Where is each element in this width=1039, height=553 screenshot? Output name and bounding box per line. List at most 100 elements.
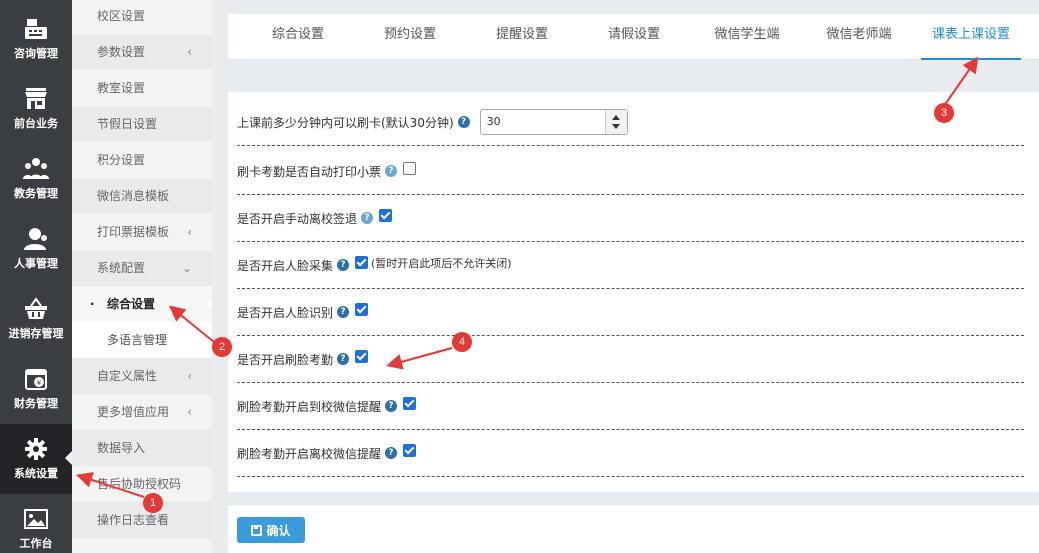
setting-label: 刷脸考勤开启离校微信提醒	[237, 446, 382, 461]
chevron-left-icon: ‹	[187, 225, 192, 239]
leave-wechat-checkbox[interactable]	[403, 443, 417, 457]
swipe-minutes-input[interactable]: 30	[479, 109, 628, 135]
setting-label: 是否开启手动离校签退	[237, 211, 358, 226]
submenu-item-general-settings[interactable]: · 综合设置	[72, 286, 212, 322]
submenu-item-wechat-template[interactable]: 微信消息模板	[72, 178, 212, 214]
setting-row-manual-signout: 是否开启手动离校签退 ?	[237, 195, 1024, 242]
submenu-item-addons[interactable]: 更多增值应用 ‹	[72, 394, 212, 430]
submenu-item-oplog[interactable]: 操作日志查看	[72, 502, 212, 538]
setting-label: 刷脸考勤开启到校微信提醒	[237, 399, 382, 414]
setting-row-swipe-minutes: 上课前多少分钟内可以刷卡(默认30分钟) ? 30	[237, 99, 1024, 146]
submenu-label: 多语言管理	[107, 333, 168, 347]
tab-label: 预约设置	[383, 27, 436, 42]
help-icon[interactable]: ?	[361, 212, 374, 224]
tab-general[interactable]: 综合设置	[258, 14, 338, 60]
tab-schedule-class[interactable]: 课表上课设置	[921, 14, 1021, 60]
spinner-up-icon[interactable]	[611, 115, 620, 120]
setting-label: 是否开启人脸采集	[237, 258, 334, 273]
setting-row-print-receipt: 刷卡考勤是否自动打印小票 ?	[237, 148, 1024, 195]
submenu-item-system-config[interactable]: 系统配置 ⌄	[72, 250, 212, 286]
spinner-buttons[interactable]	[604, 110, 627, 134]
arrive-wechat-checkbox[interactable]	[403, 396, 417, 410]
setting-row-face-collect: 是否开启人脸采集 ? (暂时开启此项后不允许关闭)	[237, 242, 1024, 289]
rail-label: 财务管理	[14, 397, 58, 410]
setting-row-face-attendance: 是否开启刷脸考勤 ?	[237, 336, 1024, 383]
tab-label: 微信学生端	[714, 27, 780, 42]
basket-icon	[25, 297, 47, 319]
help-icon[interactable]: ?	[457, 116, 470, 128]
tab-wechat-teacher[interactable]: 微信老师端	[812, 14, 906, 60]
settings-tabs: 综合设置 预约设置 提醒设置 请假设置 微信学生端 微信老师端 课表上课设置	[228, 14, 1039, 60]
rail-item-system-settings[interactable]: 系统设置	[0, 424, 72, 494]
submenu-label: 数据导入	[97, 441, 146, 455]
tab-label: 提醒设置	[495, 27, 548, 42]
setting-label: 上课前多少分钟内可以刷卡(默认30分钟)	[237, 115, 454, 130]
submenu-item-holiday[interactable]: 节假日设置	[72, 106, 212, 142]
help-icon[interactable]: ?	[337, 259, 350, 271]
setting-label: 是否开启人脸识别	[237, 305, 334, 320]
tab-label: 课表上课设置	[931, 27, 1010, 42]
submenu-item-print-template[interactable]: 打印票据模板 ‹	[72, 214, 212, 250]
rail-label: 工作台	[19, 537, 53, 550]
tab-leave[interactable]: 请假设置	[594, 14, 674, 60]
rail-item-academic[interactable]: 教务管理	[0, 144, 72, 214]
submenu-label: 系统配置	[97, 261, 146, 275]
storefront-icon	[25, 88, 47, 109]
submenu-item-campus[interactable]: 校区设置	[72, 0, 212, 34]
submenu-label: 操作日志查看	[97, 513, 170, 527]
user-icon	[24, 228, 47, 250]
submenu-label: 教室设置	[97, 81, 146, 95]
svg-text:¥: ¥	[37, 379, 42, 387]
submenu-item-points[interactable]: 积分设置	[72, 142, 212, 178]
submenu-item-classroom[interactable]: 教室设置	[72, 70, 212, 106]
help-icon[interactable]: ?	[337, 306, 350, 318]
face-recog-checkbox[interactable]	[355, 302, 369, 316]
face-collect-checkbox[interactable]	[355, 255, 369, 269]
print-receipt-checkbox[interactable]	[403, 161, 417, 175]
face-attendance-checkbox[interactable]	[355, 349, 369, 363]
chevron-left-icon: ‹	[187, 405, 192, 419]
help-icon[interactable]: ?	[385, 400, 398, 412]
confirm-button[interactable]: 确认	[237, 517, 305, 543]
rail-label: 教务管理	[14, 187, 58, 200]
rail-item-finance[interactable]: ¥ 财务管理	[0, 354, 72, 424]
help-icon[interactable]: ?	[385, 165, 398, 177]
setting-label: 是否开启刷脸考勤	[237, 352, 334, 367]
save-icon	[251, 524, 263, 536]
settings-submenu: 校区设置 参数设置 ‹ 教室设置 节假日设置 积分设置 微信消息模板 打印票据模板…	[72, 0, 212, 553]
submenu-label: 更多增值应用	[97, 405, 170, 419]
help-icon[interactable]: ?	[337, 353, 350, 365]
manual-signout-checkbox[interactable]	[379, 208, 393, 222]
rail-item-hr[interactable]: 人事管理	[0, 214, 72, 284]
submenu-item-params[interactable]: 参数设置 ‹	[72, 34, 212, 70]
rail-item-consult[interactable]: 咨询管理	[0, 4, 72, 74]
rail-item-frontdesk[interactable]: 前台业务	[0, 74, 72, 144]
submenu-label: 积分设置	[97, 153, 146, 167]
rail-label: 进销存管理	[8, 327, 64, 340]
setting-row-arrive-wechat: 刷脸考勤开启到校微信提醒 ?	[237, 383, 1024, 430]
spinner-down-icon[interactable]	[611, 124, 620, 129]
rail-item-workbench[interactable]: 工作台	[0, 494, 72, 553]
setting-row-leave-wechat: 刷脸考勤开启离校微信提醒 ?	[237, 430, 1024, 477]
tab-booking[interactable]: 预约设置	[370, 14, 450, 60]
submenu-label: 综合设置	[107, 297, 156, 311]
tab-reminder[interactable]: 提醒设置	[482, 14, 562, 60]
submenu-item-data-import[interactable]: 数据导入	[72, 430, 212, 466]
submenu-item-custom-attrs[interactable]: 自定义属性 ‹	[72, 358, 212, 394]
submenu-item-support-code[interactable]: 售后协助授权码	[72, 466, 212, 502]
tab-label: 请假设置	[607, 27, 660, 42]
submenu-label: 微信消息模板	[97, 189, 170, 203]
help-icon[interactable]: ?	[385, 447, 398, 459]
submenu-label: 售后协助授权码	[97, 477, 182, 491]
tab-wechat-student[interactable]: 微信学生端	[700, 14, 794, 60]
confirm-label: 确认	[266, 523, 291, 538]
form-footer: 确认	[228, 505, 1039, 553]
rail-item-inventory[interactable]: 进销存管理	[0, 284, 72, 354]
submenu-item-multilang[interactable]: 多语言管理	[72, 322, 212, 358]
rail-label: 系统设置	[14, 467, 58, 480]
chevron-left-icon: ‹	[187, 45, 192, 59]
calendar-money-icon: ¥	[25, 369, 47, 390]
annotation-badge-3: 3	[934, 103, 954, 123]
tab-label: 综合设置	[271, 27, 324, 42]
people-group-icon	[23, 158, 49, 179]
